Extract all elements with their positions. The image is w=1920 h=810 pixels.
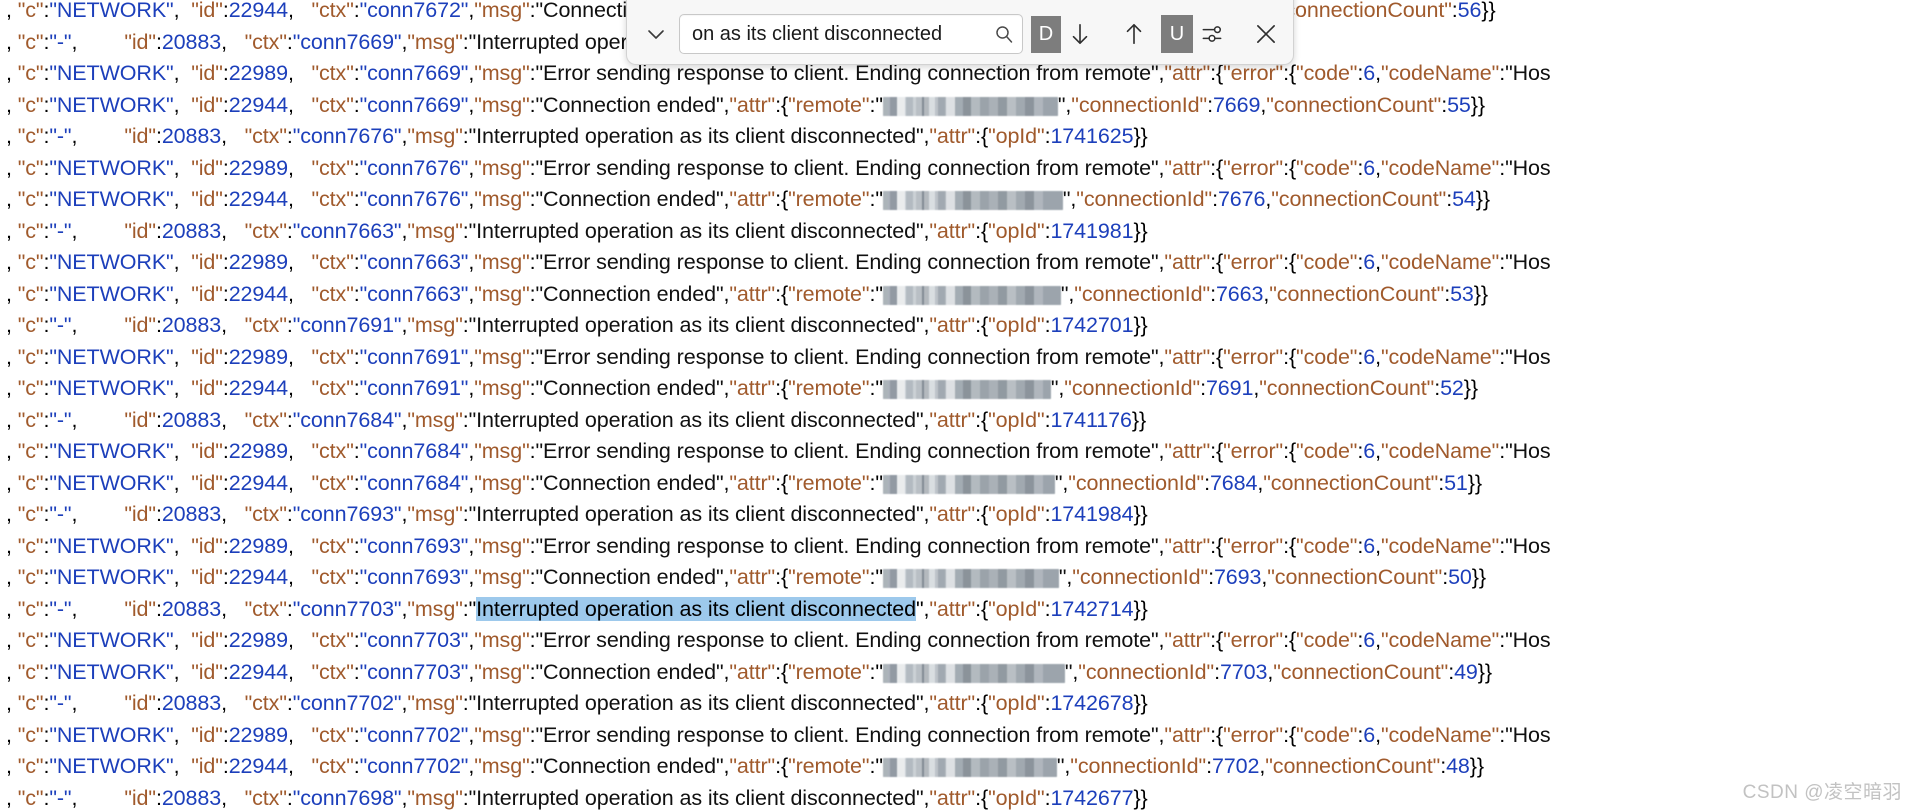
find-bar-row: D U (627, 11, 1293, 57)
expand-search-options-button[interactable] (637, 15, 675, 53)
redacted-ip-mosaic (882, 569, 1059, 588)
redacted-ip-mosaic (882, 285, 1061, 305)
redacted-ip-mosaic (882, 380, 1051, 399)
log-line[interactable]: , "c":"-", "id":20883, "ctx":"conn7702",… (0, 688, 1920, 720)
log-line[interactable]: , "c":"NETWORK", "id":22944, "ctx":"conn… (0, 373, 1920, 405)
log-line[interactable]: , "c":"NETWORK", "id":22989, "ctx":"conn… (0, 153, 1920, 185)
log-line[interactable]: , "c":"-", "id":20883, "ctx":"conn7684",… (0, 405, 1920, 437)
find-next-button[interactable] (1061, 15, 1099, 53)
redacted-ip-mosaic (882, 663, 1065, 683)
log-line[interactable]: , "c":"NETWORK", "id":22944, "ctx":"conn… (0, 562, 1920, 594)
log-line[interactable]: , "c":"-", "id":20883, "ctx":"conn7698",… (0, 783, 1920, 810)
close-find-bar-button[interactable] (1247, 15, 1285, 53)
log-line[interactable]: , "c":"-", "id":20883, "ctx":"conn7693",… (0, 499, 1920, 531)
chevron-down-icon (648, 30, 664, 39)
find-previous-button[interactable] (1115, 15, 1153, 53)
find-previous-shortcut-badge[interactable]: U (1161, 15, 1193, 53)
redacted-ip-mosaic (882, 191, 1063, 210)
log-line[interactable]: , "c":"-", "id":20883, "ctx":"conn7703",… (0, 594, 1920, 626)
redacted-ip-mosaic (882, 758, 1057, 777)
find-bar[interactable]: D U (626, 0, 1294, 65)
arrow-down-icon (1072, 23, 1088, 45)
log-line[interactable]: , "c":"-", "id":20883, "ctx":"conn7676",… (0, 121, 1920, 153)
log-line[interactable]: , "c":"NETWORK", "id":22989, "ctx":"conn… (0, 247, 1920, 279)
search-options-button[interactable] (1193, 15, 1231, 53)
log-line[interactable]: , "c":"NETWORK", "id":22944, "ctx":"conn… (0, 279, 1920, 311)
log-line[interactable]: , "c":"-", "id":20883, "ctx":"conn7691",… (0, 310, 1920, 342)
log-line[interactable]: , "c":"NETWORK", "id":22944, "ctx":"conn… (0, 184, 1920, 216)
sliders-settings-icon (1202, 26, 1222, 42)
find-next-shortcut-badge[interactable]: D (1031, 15, 1061, 53)
search-match-highlight: Interrupted operation as its client disc… (476, 596, 916, 621)
redacted-ip-mosaic (882, 96, 1058, 116)
log-line[interactable]: , "c":"NETWORK", "id":22944, "ctx":"conn… (0, 751, 1920, 783)
log-line-list[interactable]: , "c":"NETWORK", "id":22944, "ctx":"conn… (0, 0, 1920, 810)
log-line[interactable]: , "c":"NETWORK", "id":22989, "ctx":"conn… (0, 625, 1920, 657)
search-icon[interactable] (992, 22, 1016, 46)
log-line[interactable]: , "c":"NETWORK", "id":22944, "ctx":"conn… (0, 468, 1920, 500)
close-icon (1257, 25, 1275, 43)
log-line[interactable]: , "c":"-", "id":20883, "ctx":"conn7663",… (0, 216, 1920, 248)
csdn-watermark: CSDN @凌空暗羽 (1742, 782, 1902, 803)
log-viewer[interactable]: , "c":"NETWORK", "id":22944, "ctx":"conn… (0, 0, 1920, 810)
find-input-wrapper[interactable] (679, 14, 1023, 54)
redacted-ip-mosaic (882, 474, 1055, 494)
log-line[interactable]: , "c":"NETWORK", "id":22989, "ctx":"conn… (0, 342, 1920, 374)
log-line[interactable]: , "c":"NETWORK", "id":22989, "ctx":"conn… (0, 720, 1920, 752)
log-line[interactable]: , "c":"NETWORK", "id":22989, "ctx":"conn… (0, 436, 1920, 468)
arrow-up-icon (1126, 23, 1142, 45)
search-input[interactable] (692, 15, 992, 53)
log-line[interactable]: , "c":"NETWORK", "id":22944, "ctx":"conn… (0, 657, 1920, 689)
log-line[interactable]: , "c":"NETWORK", "id":22944, "ctx":"conn… (0, 90, 1920, 122)
log-line[interactable]: , "c":"NETWORK", "id":22989, "ctx":"conn… (0, 531, 1920, 563)
